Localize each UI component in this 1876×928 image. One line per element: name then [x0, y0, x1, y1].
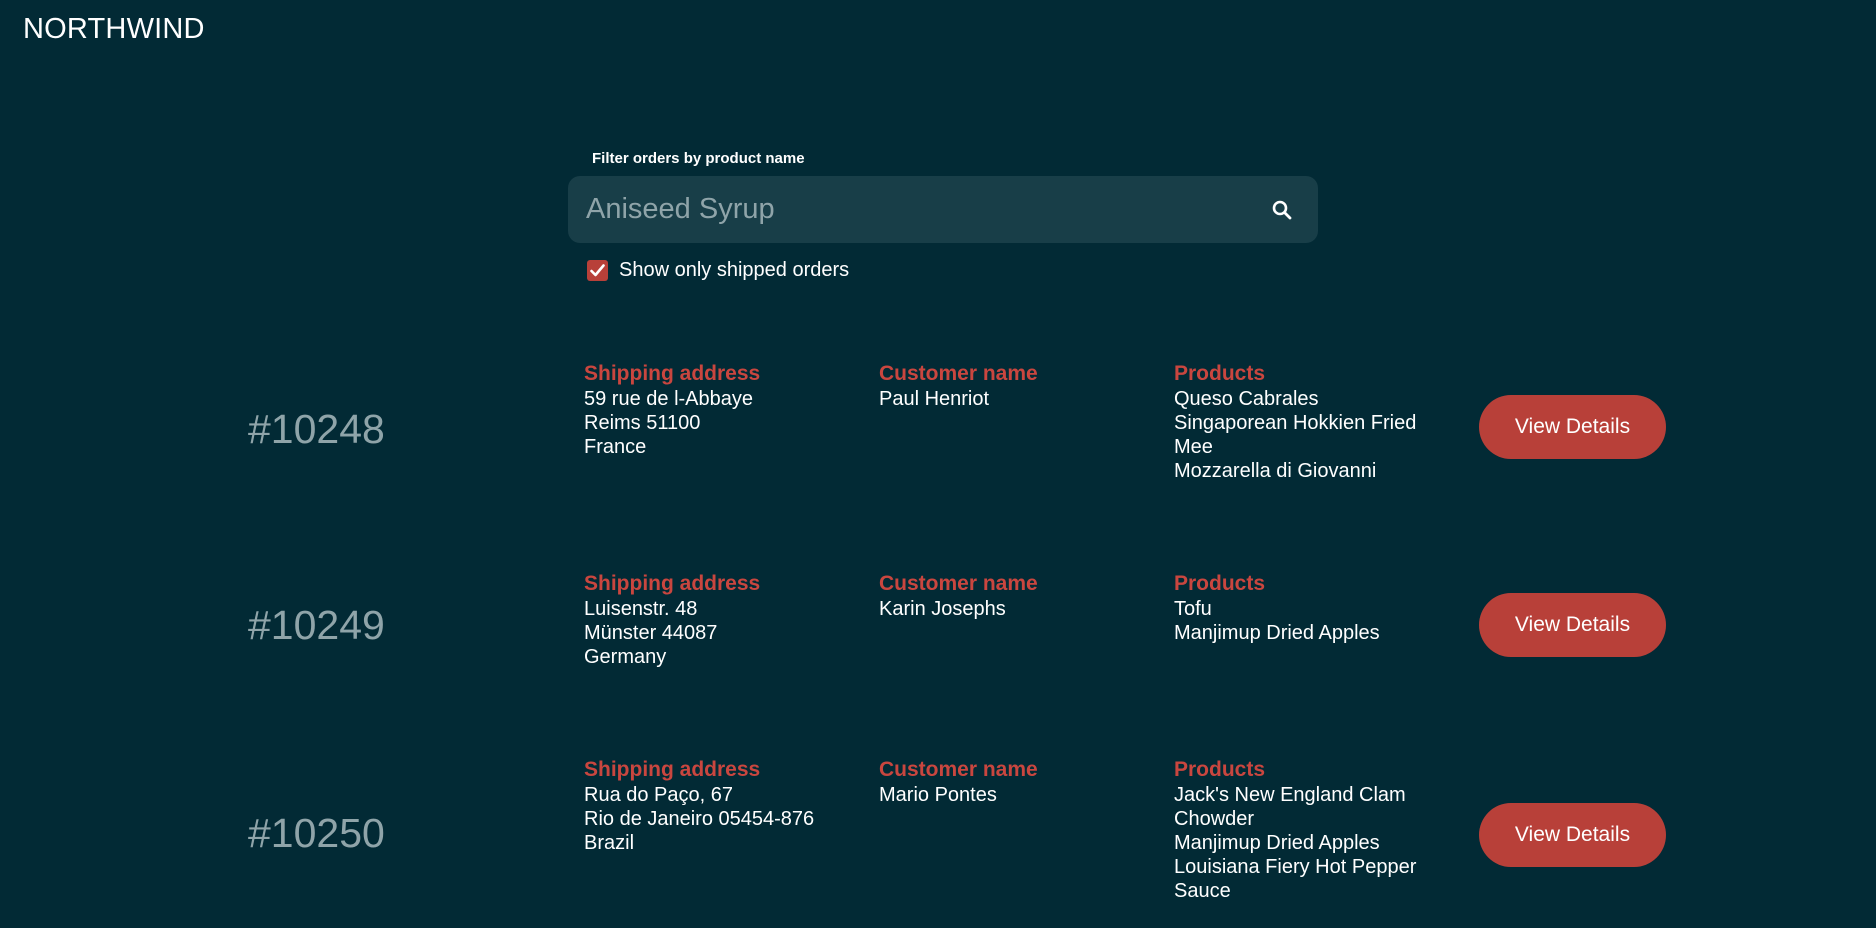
products-heading: Products — [1174, 572, 1266, 595]
address-line: Germany — [584, 646, 667, 668]
checkmark-icon — [590, 264, 605, 277]
product-item: Tofu — [1174, 598, 1212, 620]
product-item: Singaporean Hokkien Fried Mee — [1174, 412, 1417, 458]
products-heading: Products — [1174, 362, 1266, 385]
products-column: Products Jack's New England Clam Chowder… — [1174, 757, 1444, 903]
product-item: Mozzarella di Giovanni — [1174, 460, 1377, 482]
order-id: #10250 — [248, 810, 385, 856]
shipping-address-column: Shipping address Luisenstr. 48 Münster 4… — [584, 571, 864, 669]
products-column: Products Tofu Manjimup Dried Apples — [1174, 571, 1444, 645]
customer-name-column: Customer name Paul Henriot — [879, 361, 1159, 411]
filter-label: Filter orders by product name — [592, 150, 805, 167]
address-line: Reims 51100 — [584, 412, 701, 434]
product-item: Manjimup Dried Apples — [1174, 832, 1380, 854]
search-input[interactable] — [568, 176, 1318, 243]
address-line: Brazil — [584, 832, 635, 854]
address-line: Rua do Paço, 67 — [584, 784, 733, 806]
customer-name-heading: Customer name — [879, 758, 1038, 781]
product-item: Louisiana Fiery Hot Pepper Sauce — [1174, 856, 1417, 902]
product-item: Queso Cabrales — [1174, 388, 1319, 410]
shipping-address-heading: Shipping address — [584, 362, 761, 385]
address-line: Luisenstr. 48 — [584, 598, 698, 620]
address-line: France — [584, 436, 647, 458]
customer-name: Karin Josephs — [879, 598, 1006, 620]
shipping-address-column: Shipping address Rua do Paço, 67 Rio de … — [584, 757, 864, 855]
customer-name: Mario Pontes — [879, 784, 997, 806]
view-details-button[interactable]: View Details — [1479, 395, 1666, 459]
view-details-button[interactable]: View Details — [1479, 593, 1666, 657]
search-icon[interactable] — [1270, 198, 1294, 222]
search-box — [568, 176, 1318, 243]
product-item: Jack's New England Clam Chowder — [1174, 784, 1406, 830]
order-id: #10249 — [248, 602, 385, 648]
address-line: Rio de Janeiro 05454-876 — [584, 808, 815, 830]
customer-name: Paul Henriot — [879, 388, 990, 410]
shipped-only-checkbox[interactable] — [587, 260, 608, 281]
shipping-address-heading: Shipping address — [584, 758, 761, 781]
view-details-button[interactable]: View Details — [1479, 803, 1666, 867]
shipped-only-toggle[interactable]: Show only shipped orders — [587, 259, 1318, 282]
products-column: Products Queso Cabrales Singaporean Hokk… — [1174, 361, 1444, 483]
products-heading: Products — [1174, 758, 1266, 781]
customer-name-heading: Customer name — [879, 572, 1038, 595]
product-item: Manjimup Dried Apples — [1174, 622, 1380, 644]
customer-name-column: Customer name Mario Pontes — [879, 757, 1159, 807]
filter-panel: Filter orders by product name Show only … — [568, 150, 1318, 282]
shipping-address-heading: Shipping address — [584, 572, 761, 595]
shipping-address-column: Shipping address 59 rue de l-Abbaye Reim… — [584, 361, 864, 459]
customer-name-column: Customer name Karin Josephs — [879, 571, 1159, 621]
address-line: 59 rue de l-Abbaye — [584, 388, 754, 410]
brand-logo[interactable]: NORTHWIND — [23, 13, 205, 46]
shipped-only-label: Show only shipped orders — [619, 259, 850, 281]
customer-name-heading: Customer name — [879, 362, 1038, 385]
address-line: Münster 44087 — [584, 622, 718, 644]
order-id: #10248 — [248, 406, 385, 452]
